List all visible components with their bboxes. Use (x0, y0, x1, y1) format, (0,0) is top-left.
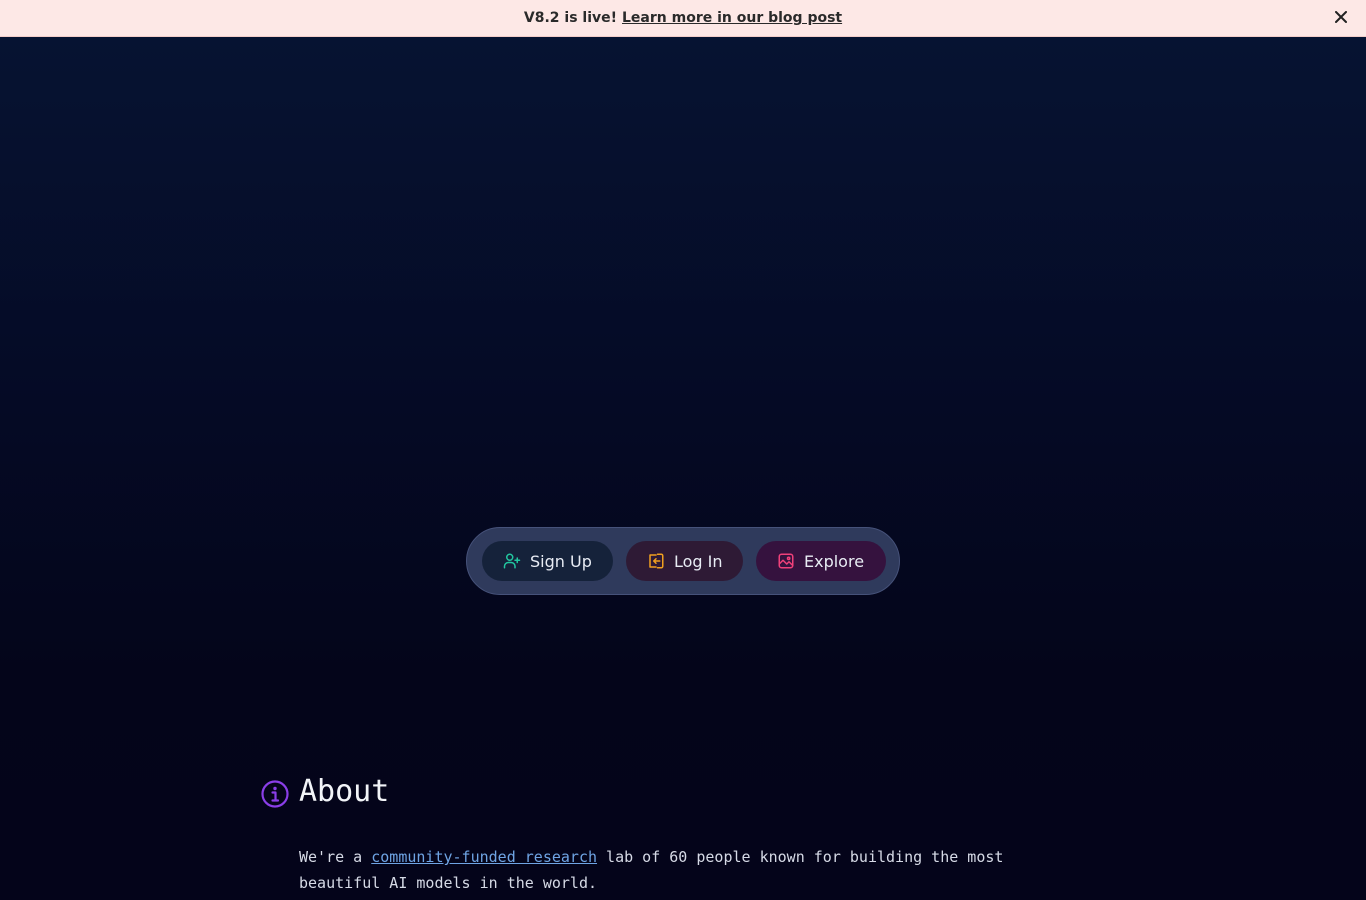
banner-version-text: V8.2 is live! (523, 10, 618, 26)
auth-action-bar: Sign Up Log In Explore (466, 527, 900, 595)
user-plus-icon (503, 553, 521, 569)
banner-blog-link[interactable]: Learn more in our blog post (622, 10, 842, 26)
about-description: We're a community-funded research lab of… (299, 844, 1079, 896)
explore-button[interactable]: Explore (756, 541, 886, 581)
community-funded-research-link[interactable]: community-funded research (371, 848, 597, 866)
announcement-banner: V8.2 is live! Learn more in our blog pos… (0, 0, 1366, 37)
image-icon (778, 553, 794, 569)
about-text-before: We're a (299, 848, 372, 866)
sign-up-button[interactable]: Sign Up (482, 541, 613, 581)
log-in-label: Log In (674, 551, 723, 571)
sign-up-label: Sign Up (530, 551, 592, 571)
log-in-button[interactable]: Log In (626, 541, 743, 581)
about-heading: About (299, 774, 390, 809)
login-icon (649, 553, 664, 569)
info-icon (261, 780, 289, 808)
explore-label: Explore (804, 551, 865, 571)
close-icon[interactable] (1333, 9, 1349, 25)
